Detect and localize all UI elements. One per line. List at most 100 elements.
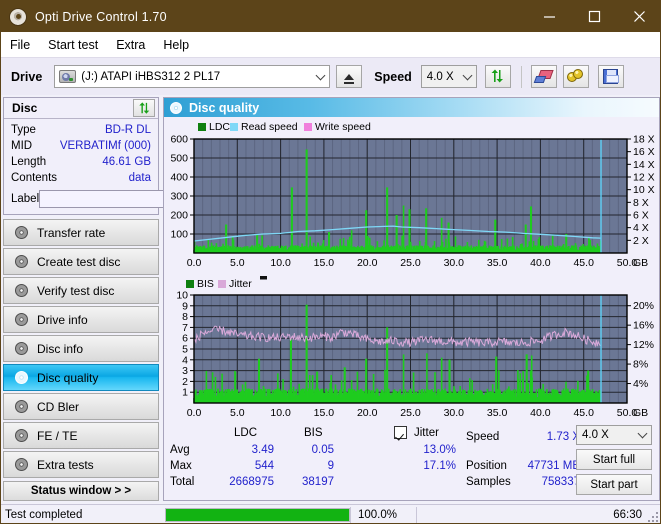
stats-bis-max: 9	[327, 460, 334, 472]
eject-button[interactable]	[336, 65, 363, 88]
svg-text:GB: GB	[633, 407, 648, 419]
refresh-button[interactable]	[484, 65, 511, 88]
svg-text:Write speed: Write speed	[315, 121, 371, 133]
test-speed-value: 4.0 X	[582, 429, 609, 441]
sidebar-item-label: Extra tests	[37, 457, 94, 472]
sidebar-item-fe-te[interactable]: FE / TE	[3, 422, 159, 449]
speed-select[interactable]: 4.0 X	[420, 65, 477, 88]
svg-text:4 X: 4 X	[633, 222, 649, 234]
status-window-wrap: Status window > >	[3, 481, 159, 501]
svg-text:16%: 16%	[633, 320, 654, 332]
stats-ldc-max: 544	[254, 460, 274, 472]
resize-grip[interactable]	[646, 510, 658, 522]
svg-text:10 X: 10 X	[633, 184, 655, 196]
app-window: Opti Drive Control 1.70 File Start test …	[0, 0, 661, 524]
speed-label: Speed	[374, 69, 412, 84]
ldc-chart-svg[interactable]: LDC Read speed Write speed 100 200 300 400 500 6…	[164, 117, 659, 275]
svg-text:2 X: 2 X	[633, 235, 649, 247]
svg-text:1: 1	[182, 387, 188, 399]
svg-text:BIS: BIS	[197, 278, 214, 290]
disc-label-row: Label	[11, 188, 243, 210]
stats-row-total: Total	[170, 476, 195, 488]
nav-list: Transfer rate Create test disc Verify te…	[3, 219, 159, 478]
disc-row-length: Length 46.61 GB	[11, 154, 151, 170]
disc-icon	[11, 458, 31, 471]
minimize-icon[interactable]	[527, 1, 572, 32]
svg-text:14 X: 14 X	[633, 159, 655, 171]
menu-bar: File Start test Extra Help	[1, 32, 660, 57]
sidebar-item-cd-bler[interactable]: CD Bler	[3, 393, 159, 420]
menu-extra[interactable]: Extra	[116, 36, 154, 54]
menu-start-test[interactable]: Start test	[48, 36, 107, 54]
svg-text:20%: 20%	[633, 300, 654, 312]
stats-speed-label: Speed	[466, 431, 500, 443]
stats-ldc-avg: 3.49	[251, 444, 274, 456]
disc-panel-header: Disc	[4, 98, 158, 119]
svg-text:3: 3	[182, 365, 188, 377]
status-window-button[interactable]: Status window > >	[3, 481, 159, 501]
toolbar: Drive (J:) ATAPI iHBS312 2 PL17 Speed 4.…	[1, 57, 660, 95]
disc-refresh-button[interactable]	[133, 99, 155, 117]
tools-button[interactable]	[562, 65, 589, 88]
svg-text:40.0: 40.0	[530, 257, 551, 269]
chevron-down-icon	[315, 70, 326, 80]
sidebar-item-drive-info[interactable]: Drive info	[3, 306, 159, 333]
disc-icon	[11, 284, 31, 297]
svg-text:18 X: 18 X	[633, 134, 655, 146]
test-speed-select[interactable]: 4.0 X	[576, 425, 652, 445]
drive-select[interactable]: (J:) ATAPI iHBS312 2 PL17	[54, 65, 331, 88]
svg-text:20.0: 20.0	[357, 257, 378, 269]
svg-text:12%: 12%	[633, 339, 654, 351]
start-part-button[interactable]: Start part	[576, 474, 652, 495]
stats-jitter-max: 17.1%	[423, 460, 456, 472]
disc-row-contents: Contents data	[11, 170, 151, 186]
save-icon	[603, 69, 620, 84]
refresh-icon	[491, 69, 504, 83]
svg-text:100: 100	[170, 229, 188, 241]
window-controls	[527, 1, 660, 32]
svg-text:0.0: 0.0	[187, 257, 202, 269]
start-full-button[interactable]: Start full	[576, 449, 652, 470]
drive-icon	[59, 70, 77, 83]
window-title: Opti Drive Control 1.70	[35, 9, 167, 24]
close-icon[interactable]	[617, 1, 660, 32]
sidebar-item-label: Transfer rate	[37, 225, 106, 240]
erase-button[interactable]	[530, 65, 557, 88]
save-button[interactable]	[597, 65, 624, 88]
status-divider	[350, 506, 351, 523]
stats-col-bis: BIS	[304, 427, 323, 439]
main-panel: Disc quality LDC Read speed Write speed 100…	[163, 97, 660, 501]
svg-text:45.0: 45.0	[573, 257, 594, 269]
chevron-down-icon	[637, 428, 648, 439]
svg-text:30.0: 30.0	[444, 257, 465, 269]
drive-select-value: (J:) ATAPI iHBS312 2 PL17	[81, 70, 221, 83]
stats-row-max: Max	[170, 460, 192, 472]
sidebar: Disc Type BD-R DL MID VERBATIMf (000) Le…	[3, 97, 243, 501]
svg-text:500: 500	[170, 153, 188, 165]
stats-position-value: 47731 MB	[527, 460, 580, 472]
sidebar-item-label: Drive info	[37, 312, 88, 327]
sidebar-item-verify-test-disc[interactable]: Verify test disc	[3, 277, 159, 304]
stats-col-ldc: LDC	[234, 427, 258, 439]
maximize-icon[interactable]	[572, 1, 617, 32]
sidebar-item-disc-quality[interactable]: Disc quality	[3, 364, 159, 391]
sidebar-item-transfer-rate[interactable]: Transfer rate	[3, 219, 159, 246]
stats-bis-total: 38197	[302, 476, 334, 488]
disc-icon	[11, 371, 31, 384]
svg-text:GB: GB	[633, 257, 648, 269]
progress-percent: 100.0%	[358, 508, 398, 521]
svg-text:LDC: LDC	[209, 121, 230, 133]
menu-help[interactable]: Help	[163, 36, 198, 54]
sidebar-item-extra-tests[interactable]: Extra tests	[3, 451, 159, 478]
sidebar-item-create-test-disc[interactable]: Create test disc	[3, 248, 159, 275]
bis-chart-svg[interactable]: BIS Jitter 12345678910 4% 8% 12% 16% 20% 0.0 5.0 1…	[164, 275, 659, 423]
svg-text:5.0: 5.0	[230, 407, 245, 419]
menu-file[interactable]: File	[10, 36, 39, 54]
sidebar-item-disc-info[interactable]: Disc info	[3, 335, 159, 362]
eject-icon	[344, 73, 355, 84]
jitter-label: Jitter	[414, 427, 439, 439]
svg-text:4: 4	[182, 354, 188, 366]
jitter-checkbox[interactable]	[394, 426, 407, 439]
svg-text:600: 600	[170, 134, 188, 146]
stats-samples-label: Samples	[466, 476, 511, 488]
